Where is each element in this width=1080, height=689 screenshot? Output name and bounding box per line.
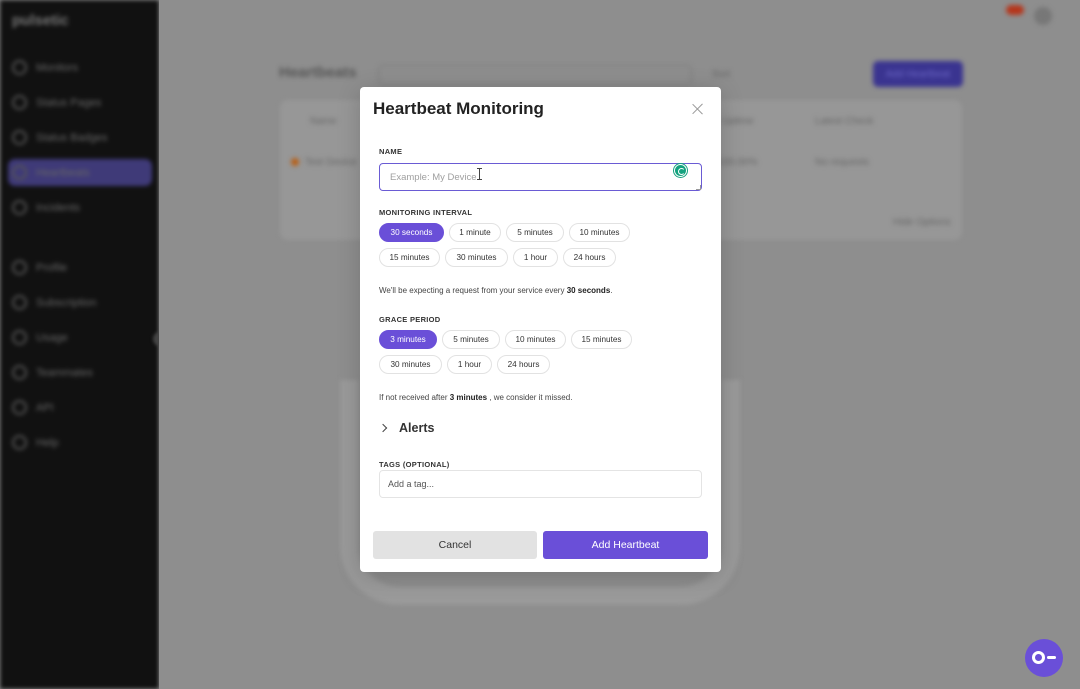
sort-dropdown[interactable]: Sort — [712, 69, 730, 80]
nav-item-monitors[interactable]: Monitors — [8, 54, 152, 81]
badge-icon — [12, 130, 27, 145]
nav-item-api[interactable]: API — [8, 394, 152, 421]
nav-item-usage[interactable]: Usage — [8, 324, 152, 351]
code-icon — [12, 400, 27, 415]
help-icon — [12, 435, 27, 450]
nav-item-status-pages[interactable]: Status Pages — [8, 89, 152, 116]
nav-item-profile[interactable]: Profile — [8, 254, 152, 281]
status-page-icon — [12, 95, 27, 110]
status-dot — [291, 158, 299, 166]
team-icon — [12, 365, 27, 380]
grace-option-3-minutes[interactable]: 3 minutes — [379, 330, 437, 349]
nav-item-subscription[interactable]: Subscription — [8, 289, 152, 316]
grace-option-1-hour[interactable]: 1 hour — [447, 355, 492, 374]
interval-hint: We'll be expecting a request from your s… — [379, 286, 613, 295]
chat-logo-icon — [1032, 651, 1045, 664]
column-header-latest-check: Latest Check — [815, 116, 874, 127]
hide-options-link[interactable]: Hide Options — [893, 217, 951, 228]
page-title: Heartbeats — [279, 64, 357, 81]
card-icon — [12, 295, 27, 310]
app-logo: pulsetic — [12, 12, 69, 29]
interval-option-1-minute[interactable]: 1 minute — [449, 223, 501, 242]
grace-option-30-minutes[interactable]: 30 minutes — [379, 355, 442, 374]
modal-title: Heartbeat Monitoring — [373, 99, 544, 118]
interval-option-1-hour[interactable]: 1 hour — [513, 248, 558, 267]
avatar[interactable] — [1034, 7, 1052, 25]
nav-item-status-badges[interactable]: Status Badges — [8, 124, 152, 151]
monitor-icon — [12, 60, 27, 75]
heartbeat-modal: Heartbeat Monitoring NAME MONITORING INT… — [360, 87, 721, 572]
grace-period-label: GRACE PERIOD — [379, 315, 441, 324]
row-status: No requests — [815, 157, 869, 168]
gauge-icon — [12, 330, 27, 345]
interval-option-10-minutes[interactable]: 10 minutes — [569, 223, 630, 242]
incident-icon — [12, 200, 27, 215]
interval-option-15-minutes[interactable]: 15 minutes — [379, 248, 440, 267]
resize-handle-icon[interactable] — [696, 185, 701, 190]
interval-option-5-minutes[interactable]: 5 minutes — [506, 223, 564, 242]
grace-period-hint: If not received after 3 minutes , we con… — [379, 393, 573, 402]
name-label: NAME — [379, 147, 403, 156]
tags-input[interactable] — [388, 479, 678, 489]
name-input[interactable] — [390, 171, 650, 183]
grace-option-10-minutes[interactable]: 10 minutes — [505, 330, 566, 349]
row-name[interactable]: Test Device — [305, 157, 357, 168]
cancel-button[interactable]: Cancel — [373, 531, 537, 559]
nav-item-teammates[interactable]: Teammates — [8, 359, 152, 386]
nav-item-heartbeats[interactable]: Heartbeats — [8, 159, 152, 186]
notification-badge[interactable] — [1006, 5, 1024, 15]
grammarly-icon[interactable] — [674, 164, 687, 177]
heartbeat-icon — [12, 165, 27, 180]
add-heartbeat-button[interactable]: Add Heartbeat — [543, 531, 708, 559]
grace-option-15-minutes[interactable]: 15 minutes — [571, 330, 632, 349]
search-input[interactable] — [378, 65, 692, 85]
interval-label: MONITORING INTERVAL — [379, 208, 473, 217]
add-heartbeat-header-button[interactable]: Add Heartbeat — [873, 61, 963, 87]
column-header-uptime: Uptime — [722, 116, 754, 127]
grace-option-5-minutes[interactable]: 5 minutes — [442, 330, 500, 349]
sidebar: pulsetic Monitors Status Pages Status Ba… — [0, 0, 159, 689]
chat-widget-button[interactable] — [1025, 639, 1063, 677]
tags-field[interactable] — [379, 470, 702, 498]
interval-option-24-hours[interactable]: 24 hours — [563, 248, 616, 267]
chevron-right-icon — [378, 423, 388, 433]
column-header-name: Name — [310, 116, 337, 127]
text-cursor-icon — [477, 168, 482, 180]
interval-option-30-minutes[interactable]: 30 minutes — [445, 248, 508, 267]
close-icon[interactable] — [690, 101, 706, 117]
tags-label: TAGS (OPTIONAL) — [379, 460, 450, 469]
interval-option-30-seconds[interactable]: 30 seconds — [379, 223, 444, 242]
row-uptime: 100.00% — [718, 157, 758, 168]
grace-option-24-hours[interactable]: 24 hours — [497, 355, 550, 374]
user-icon — [12, 260, 27, 275]
alerts-label: Alerts — [399, 421, 435, 435]
name-field[interactable] — [379, 163, 702, 191]
alerts-toggle[interactable]: Alerts — [378, 421, 435, 435]
nav-item-incidents[interactable]: Incidents — [8, 194, 152, 221]
nav-item-help[interactable]: Help — [8, 429, 152, 456]
